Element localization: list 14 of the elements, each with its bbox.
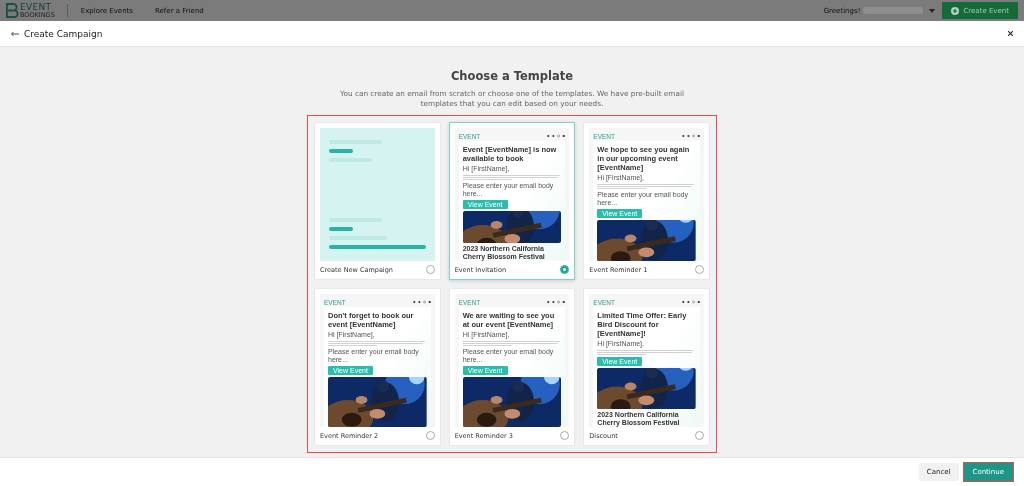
section-heading: Choose a Template xyxy=(450,69,574,83)
plus-circle-icon xyxy=(951,6,960,15)
social-icons xyxy=(547,300,566,304)
back-arrow-icon[interactable] xyxy=(11,30,19,37)
social-icons xyxy=(412,300,431,304)
close-icon[interactable] xyxy=(1008,31,1013,36)
modal-title: Create Campaign xyxy=(24,28,103,39)
social-icons xyxy=(682,134,700,138)
logo-text: EVENT xyxy=(20,2,53,12)
logo-icon xyxy=(6,3,19,18)
social-icons xyxy=(547,134,566,138)
caret-icon[interactable] xyxy=(929,8,936,13)
social-icons xyxy=(682,300,700,304)
radio-button[interactable] xyxy=(560,265,570,274)
